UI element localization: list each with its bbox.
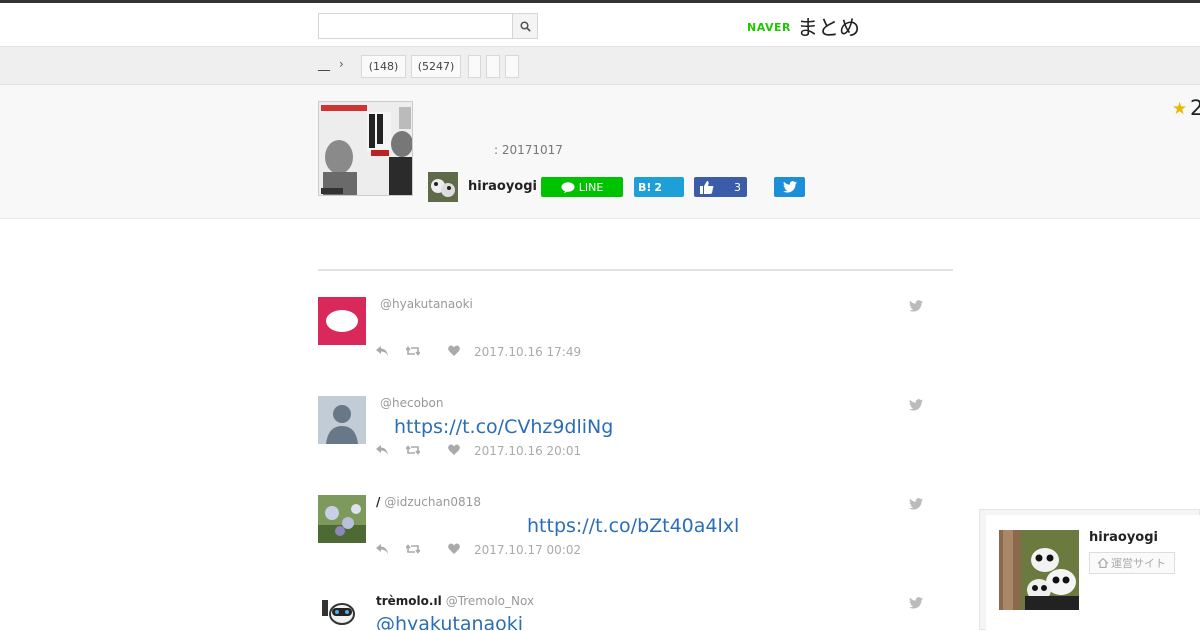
- hatena-bookmark-button[interactable]: B! 2: [634, 177, 684, 197]
- tweet-meta: @hyakutanaoki: [376, 297, 473, 311]
- home-icon: [1098, 558, 1108, 568]
- search-icon: [519, 20, 531, 32]
- book-cover-image: [319, 102, 412, 195]
- favorite-count: 2: [1190, 96, 1200, 120]
- tweet-meta: trèmolo.ıl @Tremolo_Nox: [376, 594, 534, 608]
- breadcrumb-home[interactable]: __: [318, 57, 330, 71]
- tweet-handle[interactable]: @hecobon: [380, 396, 444, 410]
- author-floating-panel: hiraoyogi 運営サイト: [979, 509, 1200, 631]
- tweet-user-name[interactable]: /: [376, 495, 380, 509]
- tweet-handle[interactable]: @Tremolo_Nox: [446, 594, 534, 608]
- site-header: NAVER まとめ: [0, 3, 1200, 47]
- tweet-timestamp[interactable]: 2017.10.16 17:49: [474, 345, 581, 359]
- twitter-share-button[interactable]: [774, 177, 805, 197]
- tweet-card: @hyakutanaoki 2017.10.16 17:49: [318, 297, 928, 387]
- naver-matome-logo[interactable]: NAVER まとめ: [747, 12, 860, 42]
- category-tag[interactable]: (5247): [411, 55, 461, 78]
- category-tag[interactable]: [486, 55, 500, 78]
- author-panel-card: hiraoyogi 運営サイト: [986, 515, 1200, 631]
- line-icon: [561, 181, 575, 193]
- author-panel-avatar[interactable]: [999, 530, 1079, 610]
- section-divider: [318, 269, 953, 271]
- chevron-right-icon: ›: [339, 57, 344, 71]
- twitter-bird-icon[interactable]: [909, 495, 923, 514]
- line-label: LINE: [578, 180, 604, 194]
- twitter-bird-icon[interactable]: [909, 594, 923, 613]
- like-icon[interactable]: [448, 543, 472, 557]
- twitter-bird-icon: [782, 181, 797, 193]
- tweet-actions: 2017.10.17 00:02: [376, 543, 581, 557]
- tweet-link[interactable]: https://t.co/bZt40a4lxl: [527, 515, 739, 537]
- tweet-card: / @idzuchan0818 https://t.co/bZt40a4lxl 2…: [318, 495, 928, 585]
- category-tag[interactable]: [505, 55, 519, 78]
- tweet-link[interactable]: https://t.co/CVhz9dliNg: [394, 416, 613, 438]
- facebook-like-button[interactable]: 3: [694, 177, 747, 197]
- line-share-button[interactable]: LINE: [541, 177, 623, 197]
- author-panel-name[interactable]: hiraoyogi: [1089, 530, 1158, 545]
- search-button[interactable]: [512, 14, 537, 38]
- tweet-actions: 2017.10.16 17:49: [376, 345, 581, 359]
- author-avatar[interactable]: [428, 172, 458, 202]
- retweet-icon[interactable]: [405, 345, 428, 359]
- tweet-avatar[interactable]: [318, 594, 366, 630]
- tweet-avatar[interactable]: [318, 297, 366, 345]
- category-tag[interactable]: (148): [361, 55, 406, 78]
- thumbs-up-icon: [700, 180, 714, 194]
- article-header: ★ 2 : 20171017 hiraoyogi LINE B! 2 3: [0, 85, 1200, 219]
- reply-icon[interactable]: [376, 444, 398, 458]
- reply-icon[interactable]: [376, 345, 398, 359]
- update-date: : 20171017: [494, 143, 563, 157]
- twitter-bird-icon[interactable]: [909, 297, 923, 316]
- retweet-icon[interactable]: [405, 543, 428, 557]
- reply-icon[interactable]: [376, 543, 398, 557]
- breadcrumb: __ › (148) (5247): [0, 47, 1200, 85]
- twitter-bird-icon[interactable]: [909, 396, 923, 415]
- logo-brand: NAVER: [747, 20, 791, 34]
- star-icon: ★: [1172, 99, 1188, 119]
- article-thumbnail[interactable]: [318, 101, 413, 196]
- tweet-mention-link[interactable]: @hyakutanaoki: [376, 613, 523, 630]
- tweet-avatar[interactable]: [318, 495, 366, 543]
- hatena-count: 2: [654, 180, 663, 194]
- like-icon[interactable]: [448, 345, 472, 359]
- category-tag[interactable]: [468, 55, 481, 78]
- official-site-label: 運営サイト: [1111, 557, 1166, 570]
- tweet-handle[interactable]: @hyakutanaoki: [380, 297, 473, 311]
- search-box: [318, 13, 538, 39]
- logo-title: まとめ: [796, 16, 860, 40]
- retweet-icon[interactable]: [405, 444, 428, 458]
- tweet-handle[interactable]: @idzuchan0818: [384, 495, 481, 509]
- facebook-count: 3: [734, 180, 741, 194]
- hatena-bookmark-icon: B!: [638, 180, 652, 194]
- tweet-user-name[interactable]: trèmolo.ıl: [376, 594, 442, 608]
- tweet-actions: 2017.10.16 20:01: [376, 444, 581, 458]
- official-site-button[interactable]: 運営サイト: [1089, 552, 1175, 574]
- tweet-timestamp[interactable]: 2017.10.17 00:02: [474, 543, 581, 557]
- tweet-card: trèmolo.ıl @Tremolo_Nox @hyakutanaoki: [318, 594, 928, 630]
- tweet-avatar[interactable]: [318, 396, 366, 444]
- tweet-meta: / @idzuchan0818: [376, 495, 481, 509]
- author-name[interactable]: hiraoyogi: [468, 179, 537, 194]
- tweet-meta: @hecobon: [376, 396, 444, 410]
- tweet-card: @hecobon https://t.co/CVhz9dliNg 2017.10…: [318, 396, 928, 486]
- like-icon[interactable]: [448, 444, 472, 458]
- tweet-timestamp[interactable]: 2017.10.16 20:01: [474, 444, 581, 458]
- search-input[interactable]: [319, 14, 512, 38]
